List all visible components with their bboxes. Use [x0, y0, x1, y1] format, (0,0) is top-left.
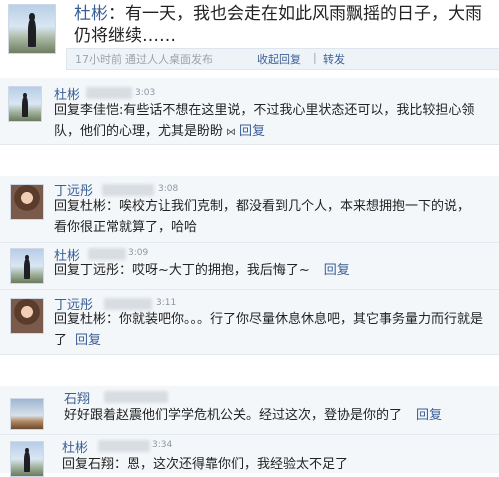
comment-text-block: 回复杜彬：唉校方让我们克制，都没看到几个人，本来想拥抱一下的说，看你很正常就算了… [54, 196, 474, 238]
comment-item: 石翔 好好跟着赵震他们学学危机公关。经过这次，登协是你的了 回复 [0, 386, 499, 435]
comment-time: 3:03 [135, 88, 156, 98]
bow-icon: ⋈ [226, 127, 237, 138]
comment-text-block: 回复杜彬：你就装吧你。。。行了你尽量休息休息吧，其它事务量力而行就是了 回复 [54, 309, 484, 351]
comment-text-block: 回复石翔：恩，这次还得靠你们，我经验太不足了 [62, 454, 492, 475]
commenter-avatar[interactable] [10, 248, 44, 284]
commenter-avatar[interactable] [8, 86, 42, 122]
redacted-date [104, 391, 168, 403]
comment-item: 丁远彤 3:08 回复杜彬：唉校方让我们克制，都没看到几个人，本来想拥抱一下的说… [0, 176, 499, 243]
commenter-avatar[interactable] [10, 441, 44, 477]
comment-time: 3:11 [156, 298, 177, 308]
comment-text: 好好跟着赵震他们学学危机公关。经过这次，登协是你的了 [64, 408, 403, 423]
comment-text: 回复杜彬：你就装吧你。。。行了你尽量休息休息吧，其它事务量力而行就是了 [54, 312, 484, 348]
commenter-avatar[interactable] [10, 398, 44, 430]
redacted-date [86, 87, 132, 99]
redacted-date [102, 184, 154, 196]
commenter-avatar[interactable] [10, 184, 44, 220]
comment-time: 3:09 [128, 248, 149, 258]
comment-text: 回复杜彬：唉校方让我们克制，都没看到几个人，本来想拥抱一下的说，看你很正常就算了… [54, 199, 471, 235]
post-timestamp: 17小时前 [75, 53, 122, 66]
reply-link[interactable]: 回复 [416, 408, 442, 423]
main-post: 杜彬：有一天，我也会走在如此风雨飘摇的日子，大雨仍将继续…… 17小时前 通过人… [0, 0, 499, 70]
comment-text-block: 回复丁远彤：哎呀~大丁的拥抱，我后悔了~ 回复 [54, 260, 484, 281]
comment-text-block: 好好跟着赵震他们学学危机公关。经过这次，登协是你的了 回复 [64, 405, 494, 426]
post-text-block: 杜彬：有一天，我也会走在如此风雨飘摇的日子，大雨仍将继续…… [74, 4, 482, 46]
reply-link[interactable]: 回复 [239, 124, 265, 139]
comment-text-block: 回复李佳恺:有些话不想在这里说，不过我心里状态还可以，我比较担心领队，他们的心理… [54, 100, 494, 143]
comment-item: 杜彬 3:03 回复李佳恺:有些话不想在这里说，不过我心里状态还可以，我比较担心… [0, 78, 499, 145]
section-gap [0, 145, 499, 175]
comment-item: 丁远彤 3:11 回复杜彬：你就装吧你。。。行了你尽量休息休息吧，其它事务量力而… [0, 290, 499, 355]
post-meta-bar: 17小时前 通过人人桌面发布 收起回复 | 转发 [66, 48, 499, 70]
comment-text: 回复丁远彤：哎呀~大丁的拥抱，我后悔了~ [54, 263, 310, 278]
reply-link[interactable]: 回复 [75, 333, 101, 348]
redacted-date [98, 440, 150, 452]
comment-text: 回复石翔：恩，这次还得靠你们，我经验太不足了 [62, 457, 349, 472]
post-source: 通过人人桌面发布 [125, 53, 213, 66]
section-gap [0, 355, 499, 385]
author-avatar[interactable] [8, 4, 56, 54]
collapse-replies-link[interactable]: 收起回复 [257, 51, 301, 67]
comment-item: 杜彬 3:09 回复丁远彤：哎呀~大丁的拥抱，我后悔了~ 回复 [0, 243, 499, 290]
comment-time: 3:34 [152, 440, 173, 450]
comment-time: 3:08 [158, 184, 179, 194]
commenter-avatar[interactable] [10, 298, 44, 334]
post-author-name[interactable]: 杜彬 [74, 4, 108, 24]
share-link[interactable]: 转发 [323, 51, 345, 67]
redacted-date [88, 248, 126, 260]
post-text: 有一天，我也会走在如此风雨飘摇的日子，大雨仍将继续…… [74, 4, 482, 46]
meta-separator: | [313, 51, 317, 64]
reply-link[interactable]: 回复 [324, 263, 350, 278]
comment-item: 杜彬 3:34 回复石翔：恩，这次还得靠你们，我经验太不足了 [0, 435, 499, 477]
